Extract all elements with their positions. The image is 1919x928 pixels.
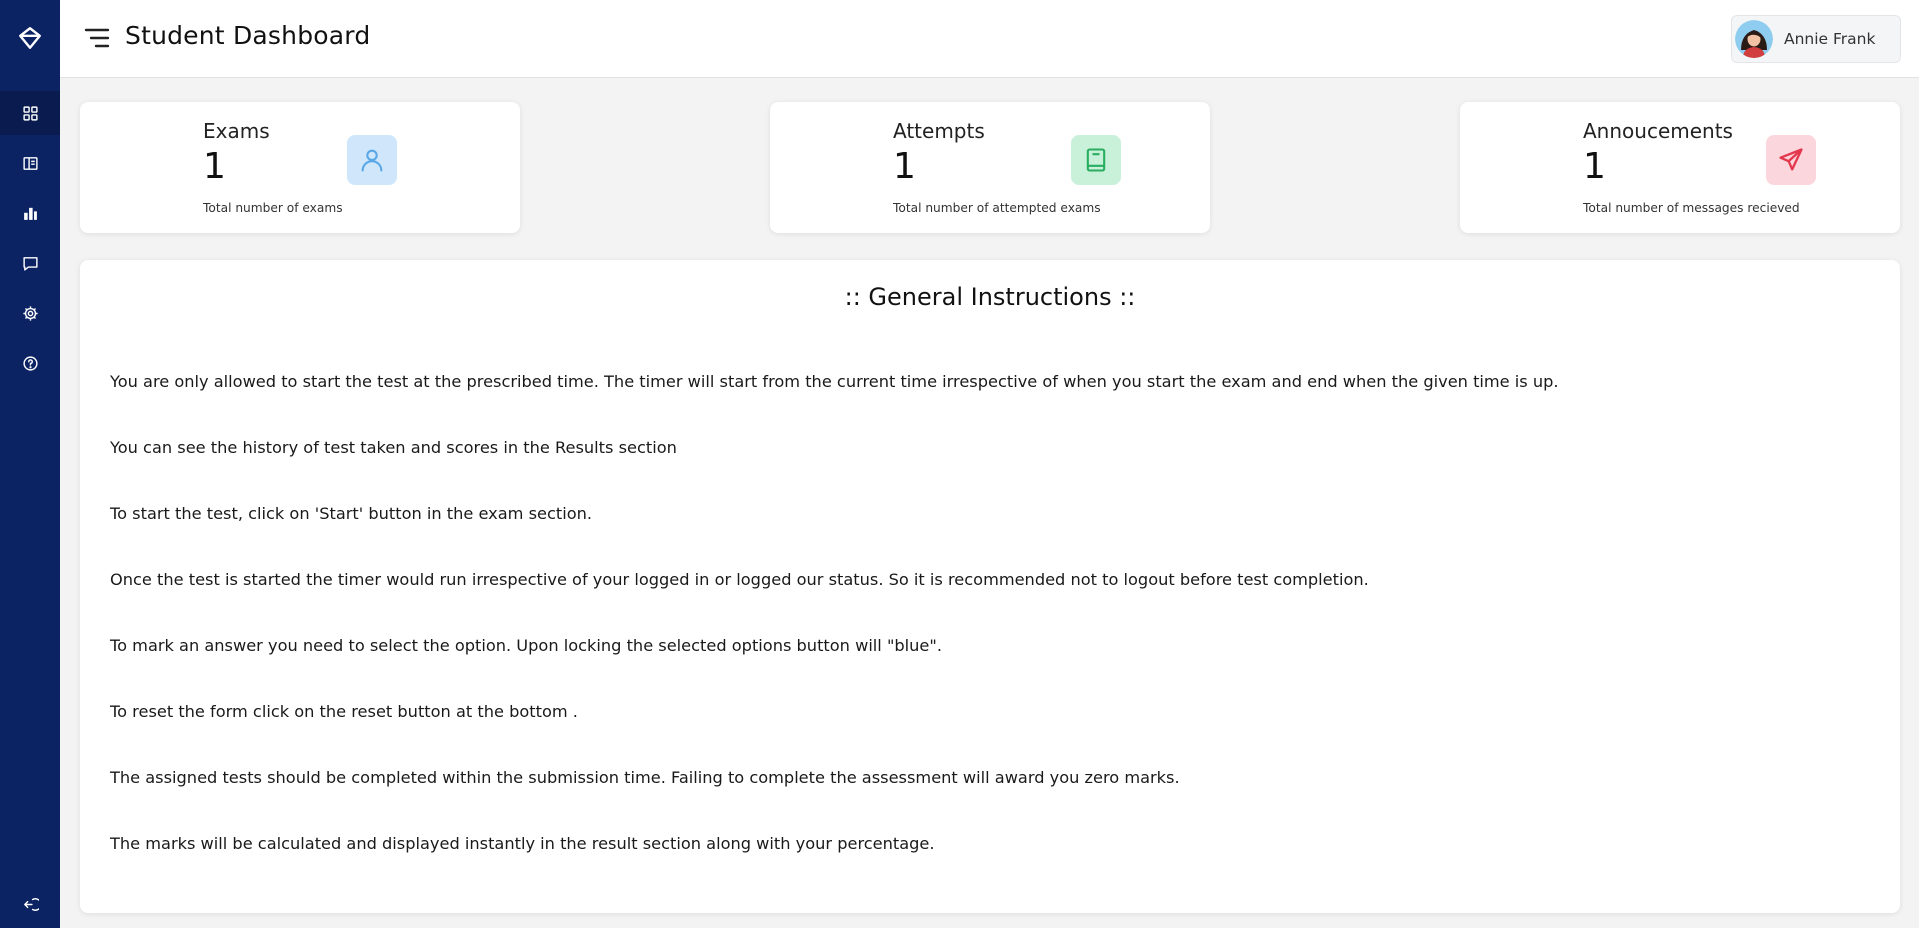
- stat-title: Attempts: [893, 119, 985, 143]
- stat-title: Annoucements: [1583, 119, 1733, 143]
- instruction-item: You are only allowed to start the test a…: [110, 372, 1559, 391]
- messages-icon: [22, 256, 38, 271]
- instruction-item: You can see the history of test taken an…: [110, 438, 677, 457]
- stat-description: Total number of exams: [203, 201, 343, 215]
- logout-icon: [23, 897, 39, 911]
- instruction-item: To reset the form click on the reset but…: [110, 702, 578, 721]
- page-title: Student Dashboard: [125, 21, 371, 50]
- user-icon: [347, 135, 397, 185]
- instruction-item: Once the test is started the timer would…: [110, 570, 1369, 589]
- instruction-item: The marks will be calculated and display…: [110, 834, 935, 853]
- hamburger-menu-icon[interactable]: [84, 26, 110, 50]
- sidebar-item-help[interactable]: [0, 341, 60, 385]
- user-avatar: [1735, 20, 1773, 58]
- stat-description: Total number of messages recieved: [1583, 201, 1800, 215]
- results-chart-icon: [23, 207, 37, 220]
- stat-value: 1: [1583, 146, 1606, 187]
- instruction-item: The assigned tests should be completed w…: [110, 768, 1180, 787]
- exam-panel-icon: [22, 156, 38, 170]
- instruction-item: To start the test, click on 'Start' butt…: [110, 504, 593, 523]
- instructions-list: You are only allowed to start the test a…: [110, 372, 1870, 900]
- logout-button[interactable]: [0, 882, 60, 926]
- user-menu[interactable]: Annie Frank: [1731, 15, 1901, 63]
- user-name: Annie Frank: [1784, 30, 1876, 48]
- instruction-item: To mark an answer you need to select the…: [110, 636, 942, 655]
- stat-value: 1: [203, 146, 226, 187]
- stat-title: Exams: [203, 119, 270, 143]
- send-icon: [1766, 135, 1816, 185]
- book-icon: [1071, 135, 1121, 185]
- stat-description: Total number of attempted exams: [893, 201, 1101, 215]
- sidebar-item-dashboard[interactable]: [0, 91, 60, 135]
- top-bar: Student Dashboard Annie Frank: [60, 0, 1919, 78]
- sidebar-item-messages[interactable]: [0, 241, 60, 285]
- sidebar-item-results[interactable]: [0, 191, 60, 235]
- diamond-icon[interactable]: [0, 18, 60, 58]
- dashboard-icon: [22, 105, 38, 121]
- stat-card-exams: Exams 1 Total number of exams: [80, 102, 520, 233]
- general-instructions-panel: :: General Instructions :: You are only …: [80, 260, 1900, 913]
- sidebar-item-settings[interactable]: [0, 291, 60, 335]
- stat-card-attempts: Attempts 1 Total number of attempted exa…: [770, 102, 1210, 233]
- stat-card-announcements: Annoucements 1 Total number of messages …: [1460, 102, 1900, 233]
- settings-gear-icon: [22, 305, 38, 321]
- instructions-title: :: General Instructions ::: [844, 283, 1136, 311]
- sidebar: [0, 0, 60, 928]
- sidebar-item-exams[interactable]: [0, 141, 60, 185]
- help-icon: [22, 355, 38, 371]
- stat-value: 1: [893, 146, 916, 187]
